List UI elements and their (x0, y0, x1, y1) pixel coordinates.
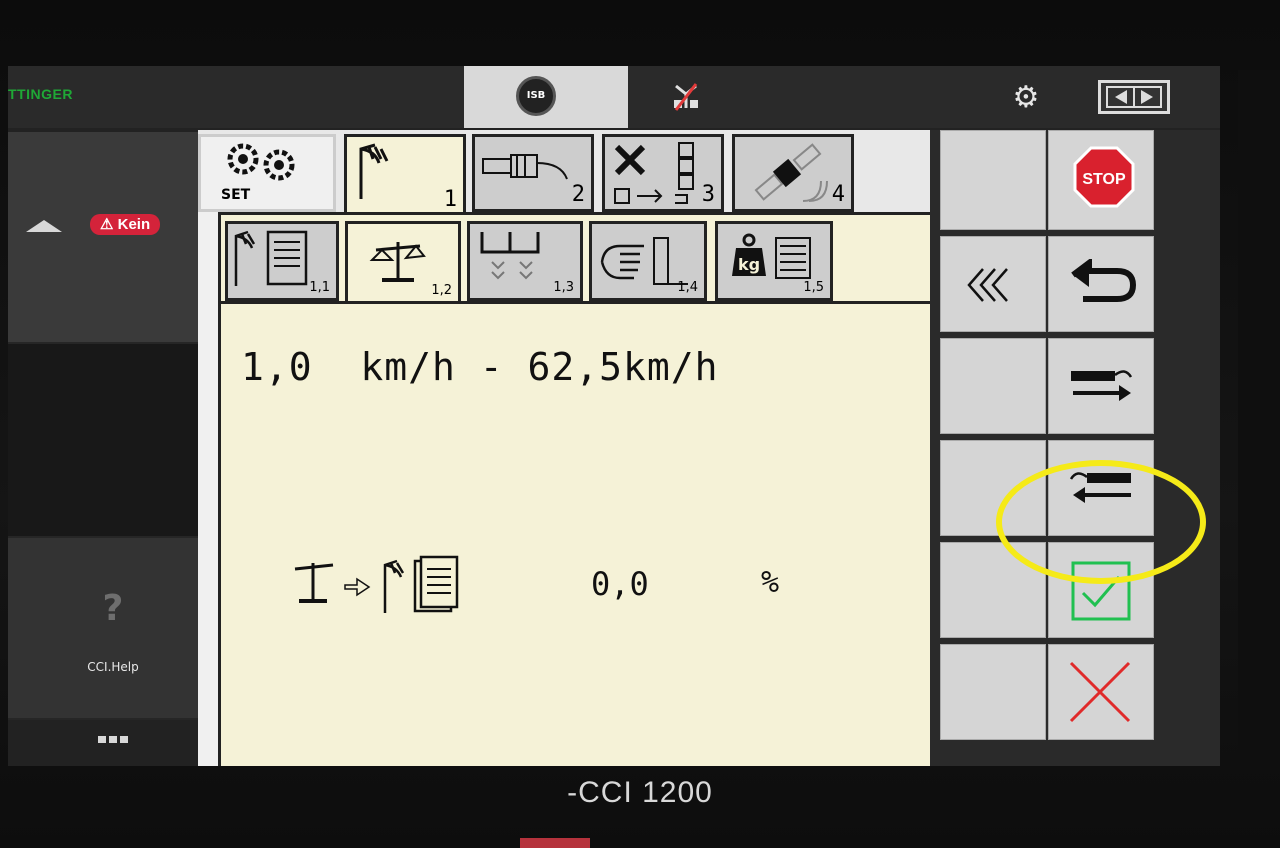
subtab-1-2-number: 1,2 (431, 283, 452, 298)
top-status-bar: TTINGER ISB ⚙ (8, 66, 1220, 128)
tab-set-label: SET (221, 187, 251, 203)
calibration-unit: % (761, 565, 780, 600)
section-control-off-icon (674, 83, 698, 111)
crop-icon (359, 143, 389, 199)
isb-button[interactable]: ISB (516, 76, 556, 116)
warning-badge: ⚠ Kein (90, 214, 161, 235)
device-side (1238, 70, 1280, 770)
tab-2[interactable]: 2 (472, 134, 594, 212)
cancel-button[interactable] (1048, 644, 1154, 740)
next-page-button[interactable] (1048, 338, 1154, 434)
cable (520, 838, 590, 848)
stop-button[interactable]: STOP (1048, 130, 1154, 230)
cancel-x-icon (1069, 661, 1131, 723)
chevron-up-icon[interactable] (26, 220, 62, 232)
highlight-circle (996, 460, 1206, 584)
kg-text: kg (738, 255, 760, 274)
screen-swap-icon[interactable] (1098, 80, 1170, 114)
subtab-1-5-number: 1,5 (803, 280, 824, 295)
tab-bar-level1: SET 1 2 3 4 (198, 130, 958, 214)
tab-4-number: 4 (831, 182, 845, 207)
terminal-screen: TTINGER ISB ⚙ ⚠ Kein ? CCI.Help SET 1 2 … (8, 66, 1220, 766)
softkey-empty-5[interactable] (940, 644, 1046, 740)
subtab-1-3-number: 1,3 (553, 280, 574, 295)
speed-range-value: 1,0 km/h - 62,5km/h (241, 345, 719, 389)
help-label: CCI.Help (87, 660, 139, 674)
more-dots-icon (98, 736, 128, 743)
implement-status-tile[interactable]: ⚠ Kein (8, 132, 218, 342)
subtab-1-3[interactable]: 1,3 (467, 221, 583, 301)
subtab-1-1[interactable]: 1,1 (225, 221, 339, 301)
subtab-1-4-number: 1,4 (677, 280, 698, 295)
subtab-1-1-number: 1,1 (309, 280, 330, 295)
softkey-empty-2[interactable] (940, 338, 1046, 434)
stop-label: STOP (1082, 171, 1126, 188)
tab-1[interactable]: 1 (344, 134, 466, 214)
softkey-empty-1[interactable] (940, 130, 1046, 230)
softkey-panel: STOP (930, 130, 1220, 766)
return-arrow-icon (1071, 259, 1137, 302)
return-button[interactable] (1048, 236, 1154, 332)
isb-tab[interactable]: ISB (464, 66, 628, 128)
next-page-icon (1071, 370, 1133, 401)
warning-text: Kein (117, 216, 151, 233)
tab-bar-level2: 1,1 1,2 1,3 1,4 kg 1,5 (221, 215, 958, 301)
gears-icon (227, 143, 295, 181)
device-model-label: -CCI 1200 (567, 776, 713, 809)
triple-chevron-left-icon (967, 268, 1008, 302)
subtab-1-2[interactable]: 1,2 (345, 221, 461, 301)
help-question-icon: ? (102, 588, 124, 629)
main-work-area: SET 1 2 3 4 1,1 1,2 1,3 1,4 kg 1,5 1,0 k… (198, 130, 958, 766)
subtab-1-4[interactable]: 1,4 (589, 221, 707, 301)
scale-to-crop-icon (294, 555, 459, 613)
stop-sign-icon: STOP (1073, 146, 1135, 208)
tab-3[interactable]: 3 (602, 134, 724, 212)
calibration-ratio-row[interactable]: 0,0 % (291, 555, 851, 615)
crop-document-icon (234, 230, 308, 286)
satellite-icon (754, 143, 828, 202)
tab-4[interactable]: 4 (732, 134, 854, 212)
tab-2-number: 2 (571, 182, 585, 207)
back-to-start-button[interactable] (940, 236, 1046, 332)
brand-label: TTINGER (8, 86, 73, 102)
tab-1-content: 1,1 1,2 1,3 1,4 kg 1,5 1,0 km/h - 62,5km… (218, 212, 958, 766)
gear-icon[interactable]: ⚙ (1006, 78, 1046, 118)
swap-arrows-icon (1106, 86, 1162, 108)
sensor-icon (482, 154, 568, 180)
tab-set[interactable]: SET (198, 134, 336, 212)
warning-icon: ⚠ (100, 216, 118, 233)
subtab-divider (221, 301, 958, 304)
tab-1-number: 1 (443, 187, 457, 212)
calibration-value[interactable]: 0,0 (591, 565, 649, 603)
subtab-1-5[interactable]: kg 1,5 (715, 221, 833, 301)
tab-3-number: 3 (701, 182, 715, 207)
